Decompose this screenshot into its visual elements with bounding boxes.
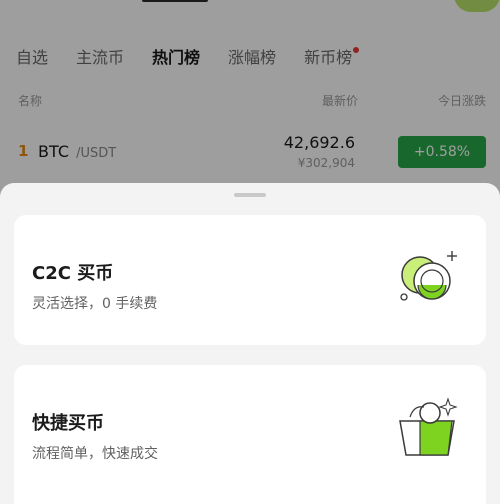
quick-title: 快捷买币 [32,413,104,434]
coins-icon [400,251,457,301]
buy-crypto-sheet: C2C 买币 灵活选择，0 手续费 快捷买币 流程简单，快速成交 [0,183,500,504]
c2c-subtitle: 灵活选择，0 手续费 [32,296,158,312]
sheet-grabber[interactable] [234,193,266,197]
c2c-title: C2C 买币 [32,263,114,284]
quick-subtitle: 流程简单，快速成交 [32,446,158,462]
c2c-buy-card[interactable]: C2C 买币 灵活选择，0 手续费 [14,215,486,345]
wallet-icon [399,397,458,456]
quick-buy-card[interactable]: 快捷买币 流程简单，快速成交 [14,365,486,504]
